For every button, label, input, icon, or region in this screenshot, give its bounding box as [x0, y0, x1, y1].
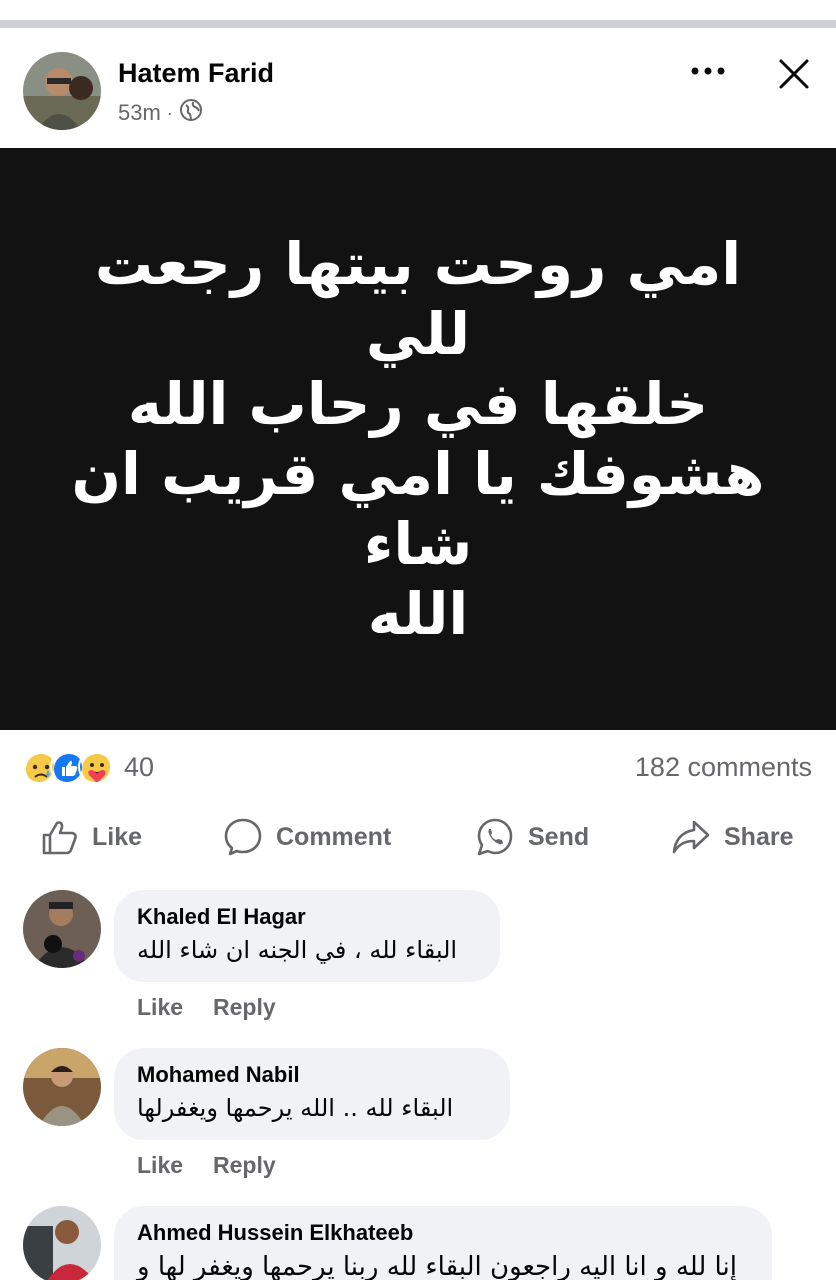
- comment-author[interactable]: Khaled El Hagar: [137, 904, 476, 930]
- post-image-line: هشوفك يا امي قريب ان شاء: [71, 440, 765, 578]
- commenter-avatar[interactable]: [23, 890, 101, 968]
- more-options-icon[interactable]: [686, 56, 730, 86]
- post-image-text: امي روحت بيتها رجعت للي خلقها في رحاب ال…: [58, 229, 778, 649]
- author-avatar[interactable]: [23, 52, 101, 130]
- post-image-line: خلقها في رحاب الله: [127, 370, 709, 438]
- comment-actions: Like Reply: [137, 1152, 276, 1179]
- share-icon: [672, 820, 710, 854]
- post-image-line: الله: [367, 580, 469, 648]
- comment-text: البقاء لله ، في الجنه ان شاء الله: [137, 936, 458, 964]
- like-icon: [42, 821, 77, 855]
- commenter-avatar[interactable]: [23, 1048, 101, 1126]
- post-image-line: امي روحت بيتها رجعت للي: [94, 230, 742, 368]
- share-button[interactable]: Share: [670, 812, 793, 862]
- send-label: Send: [528, 822, 590, 851]
- share-label: Share: [724, 822, 794, 851]
- comment-like-button[interactable]: Like: [137, 994, 183, 1021]
- comment-reply-button[interactable]: Reply: [213, 1152, 276, 1179]
- post-header: Hatem Farid 53m ·: [0, 28, 836, 148]
- comment-actions: Like Reply: [137, 994, 276, 1021]
- comment-like-button[interactable]: Like: [137, 1152, 183, 1179]
- post-meta: 53m ·: [118, 98, 203, 128]
- comment-label: Comment: [276, 822, 392, 851]
- comment-text: البقاء لله .. الله يرحمها ويغفرلها: [137, 1094, 454, 1122]
- reactions-bar: 40 182 comments: [0, 742, 836, 794]
- comment-icon: [224, 818, 262, 856]
- comment-author[interactable]: Ahmed Hussein Elkhateeb: [137, 1220, 748, 1246]
- feed-divider: [0, 20, 836, 28]
- care-reaction-icon: [78, 750, 112, 784]
- whatsapp-icon: [477, 818, 513, 856]
- comment-bubble[interactable]: Mohamed Nabil البقاء لله .. الله يرحمها …: [114, 1048, 510, 1140]
- like-button[interactable]: Like: [40, 812, 142, 862]
- comment-count[interactable]: 182 comments: [635, 752, 812, 783]
- post-time[interactable]: 53m: [118, 100, 161, 126]
- meta-separator: ·: [166, 102, 173, 123]
- top-strip: [0, 0, 836, 20]
- comment-reply-button[interactable]: Reply: [213, 994, 276, 1021]
- post-image[interactable]: امي روحت بيتها رجعت للي خلقها في رحاب ال…: [0, 148, 836, 730]
- commenter-avatar[interactable]: [23, 1206, 101, 1280]
- post-actions-bar: Like Comment Send Share: [0, 812, 836, 862]
- comment-author[interactable]: Mohamed Nabil: [137, 1062, 486, 1088]
- comment-button[interactable]: Comment: [222, 812, 391, 862]
- reaction-icons[interactable]: [22, 750, 112, 784]
- send-button[interactable]: Send: [474, 812, 589, 862]
- reaction-count[interactable]: 40: [124, 752, 154, 783]
- close-icon[interactable]: [772, 52, 816, 96]
- author-name[interactable]: Hatem Farid: [118, 58, 274, 89]
- comment-text: إنا لله و انا اليه راجعون البقاء لله ربن…: [137, 1252, 737, 1280]
- like-label: Like: [92, 822, 143, 851]
- comment-bubble[interactable]: Ahmed Hussein Elkhateeb إنا لله و انا ال…: [114, 1206, 772, 1280]
- globe-icon: [179, 98, 203, 128]
- comment-bubble[interactable]: Khaled El Hagar البقاء لله ، في الجنه ان…: [114, 890, 500, 982]
